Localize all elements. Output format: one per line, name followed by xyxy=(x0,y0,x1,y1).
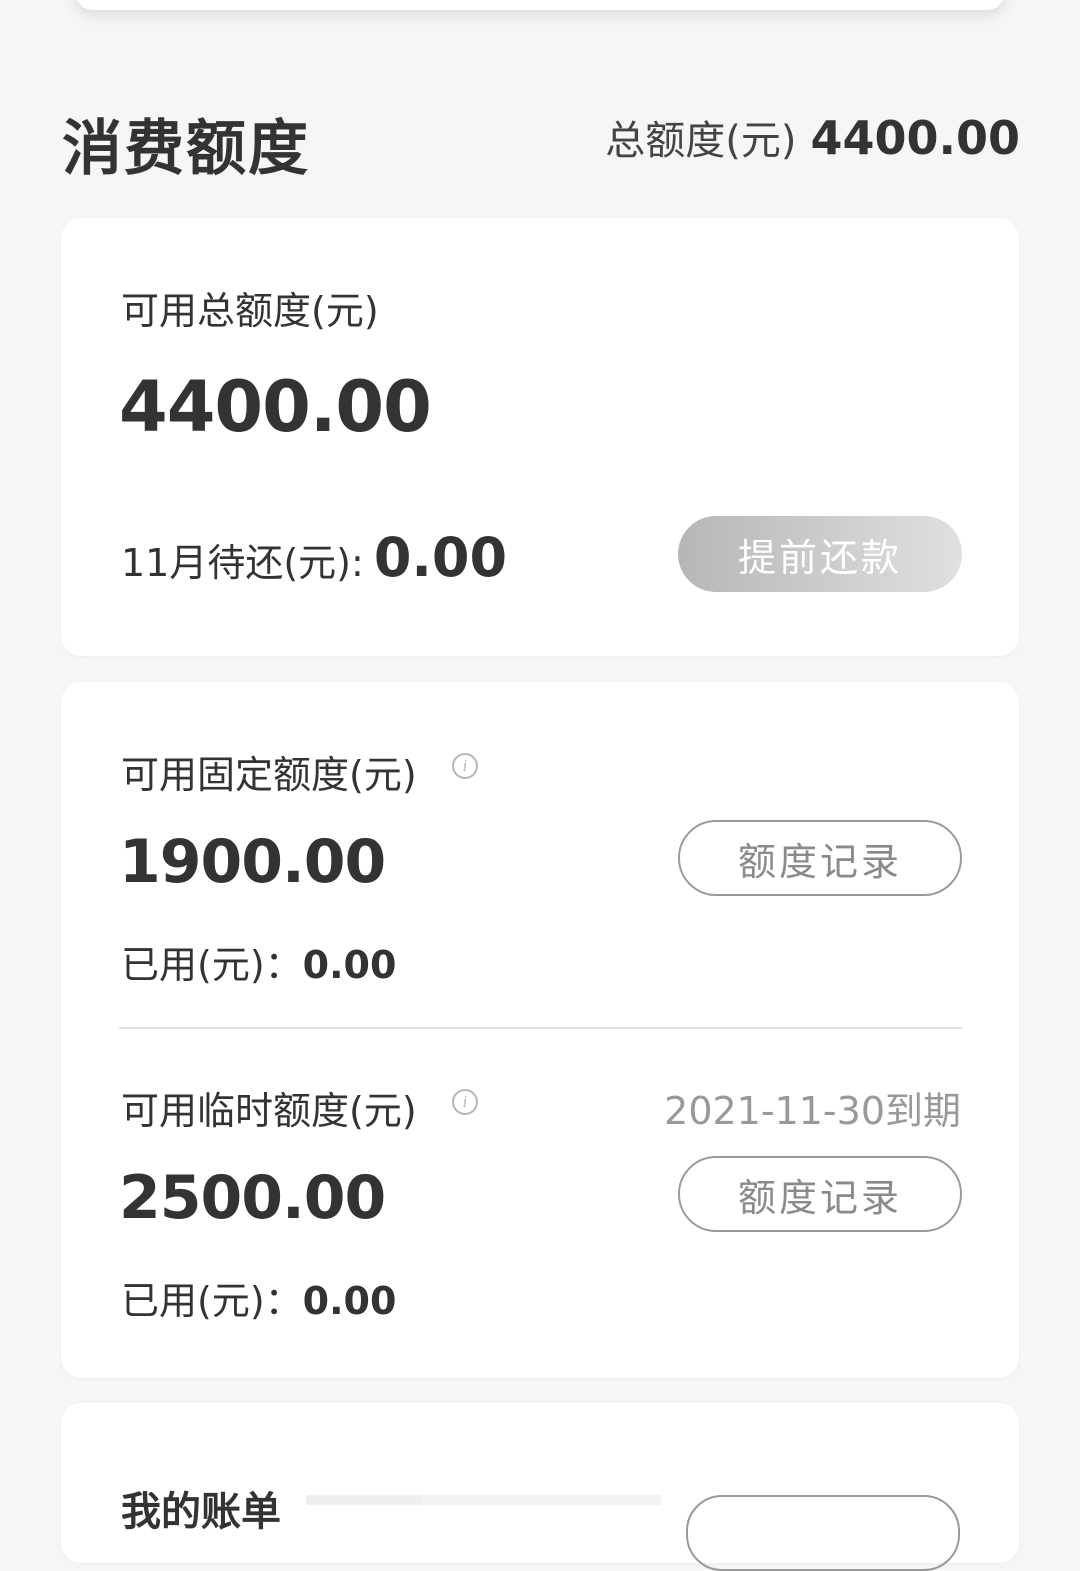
available-total-amount: 4400.00 xyxy=(119,366,432,448)
available-total-card: 可用总额度(元) 4400.00 11月待还(元): 0.00 提前还款 xyxy=(61,218,1019,656)
available-total-label: 可用总额度(元) xyxy=(121,289,379,333)
placeholder-bar xyxy=(306,1495,421,1505)
fixed-used-row: 已用(元)： 0.00 xyxy=(121,934,396,989)
fixed-quota-amount: 1900.00 xyxy=(119,827,386,897)
fixed-used-label: 已用(元)： xyxy=(121,943,303,987)
bills-button[interactable] xyxy=(686,1495,960,1571)
temp-quota-label: 可用临时额度(元) xyxy=(121,1089,417,1133)
temp-quota-expiry: 2021-11-30到期 xyxy=(664,1089,961,1133)
section-title: 消费额度 xyxy=(62,114,310,184)
total-quota-value: 4400.00 xyxy=(810,111,1020,165)
fixed-quota-record-button[interactable]: 额度记录 xyxy=(678,820,962,896)
total-quota-label: 总额度(元) xyxy=(605,118,797,164)
bills-card[interactable]: 我的账单 xyxy=(61,1403,1019,1571)
placeholder-bar xyxy=(421,1495,661,1505)
temp-quota-amount: 2500.00 xyxy=(119,1163,386,1233)
divider xyxy=(119,1027,962,1029)
temp-used-label: 已用(元)： xyxy=(121,1279,303,1323)
bills-title: 我的账单 xyxy=(121,1489,281,1535)
quota-detail-card: 可用固定额度(元) i 1900.00 额度记录 已用(元)： 0.00 可用临… xyxy=(61,682,1019,1378)
previous-card-edge xyxy=(75,0,1005,10)
temp-quota-info-icon[interactable]: i xyxy=(452,1089,478,1115)
total-quota: 总额度(元) 4400.00 xyxy=(605,108,1020,166)
due-value: 0.00 xyxy=(373,526,508,589)
temp-used-row: 已用(元)： 0.00 xyxy=(121,1270,396,1325)
fixed-used-value: 0.00 xyxy=(302,943,397,987)
fixed-quota-info-icon[interactable]: i xyxy=(452,753,478,779)
due-label: 11月待还(元): xyxy=(121,541,364,585)
temp-quota-record-button[interactable]: 额度记录 xyxy=(678,1156,962,1232)
temp-used-value: 0.00 xyxy=(302,1279,397,1323)
due-row: 11月待还(元): 0.00 xyxy=(121,526,507,589)
prepay-button[interactable]: 提前还款 xyxy=(678,516,962,592)
section-header: 消费额度 总额度(元) 4400.00 xyxy=(62,100,1020,184)
fixed-quota-label: 可用固定额度(元) xyxy=(121,753,417,797)
